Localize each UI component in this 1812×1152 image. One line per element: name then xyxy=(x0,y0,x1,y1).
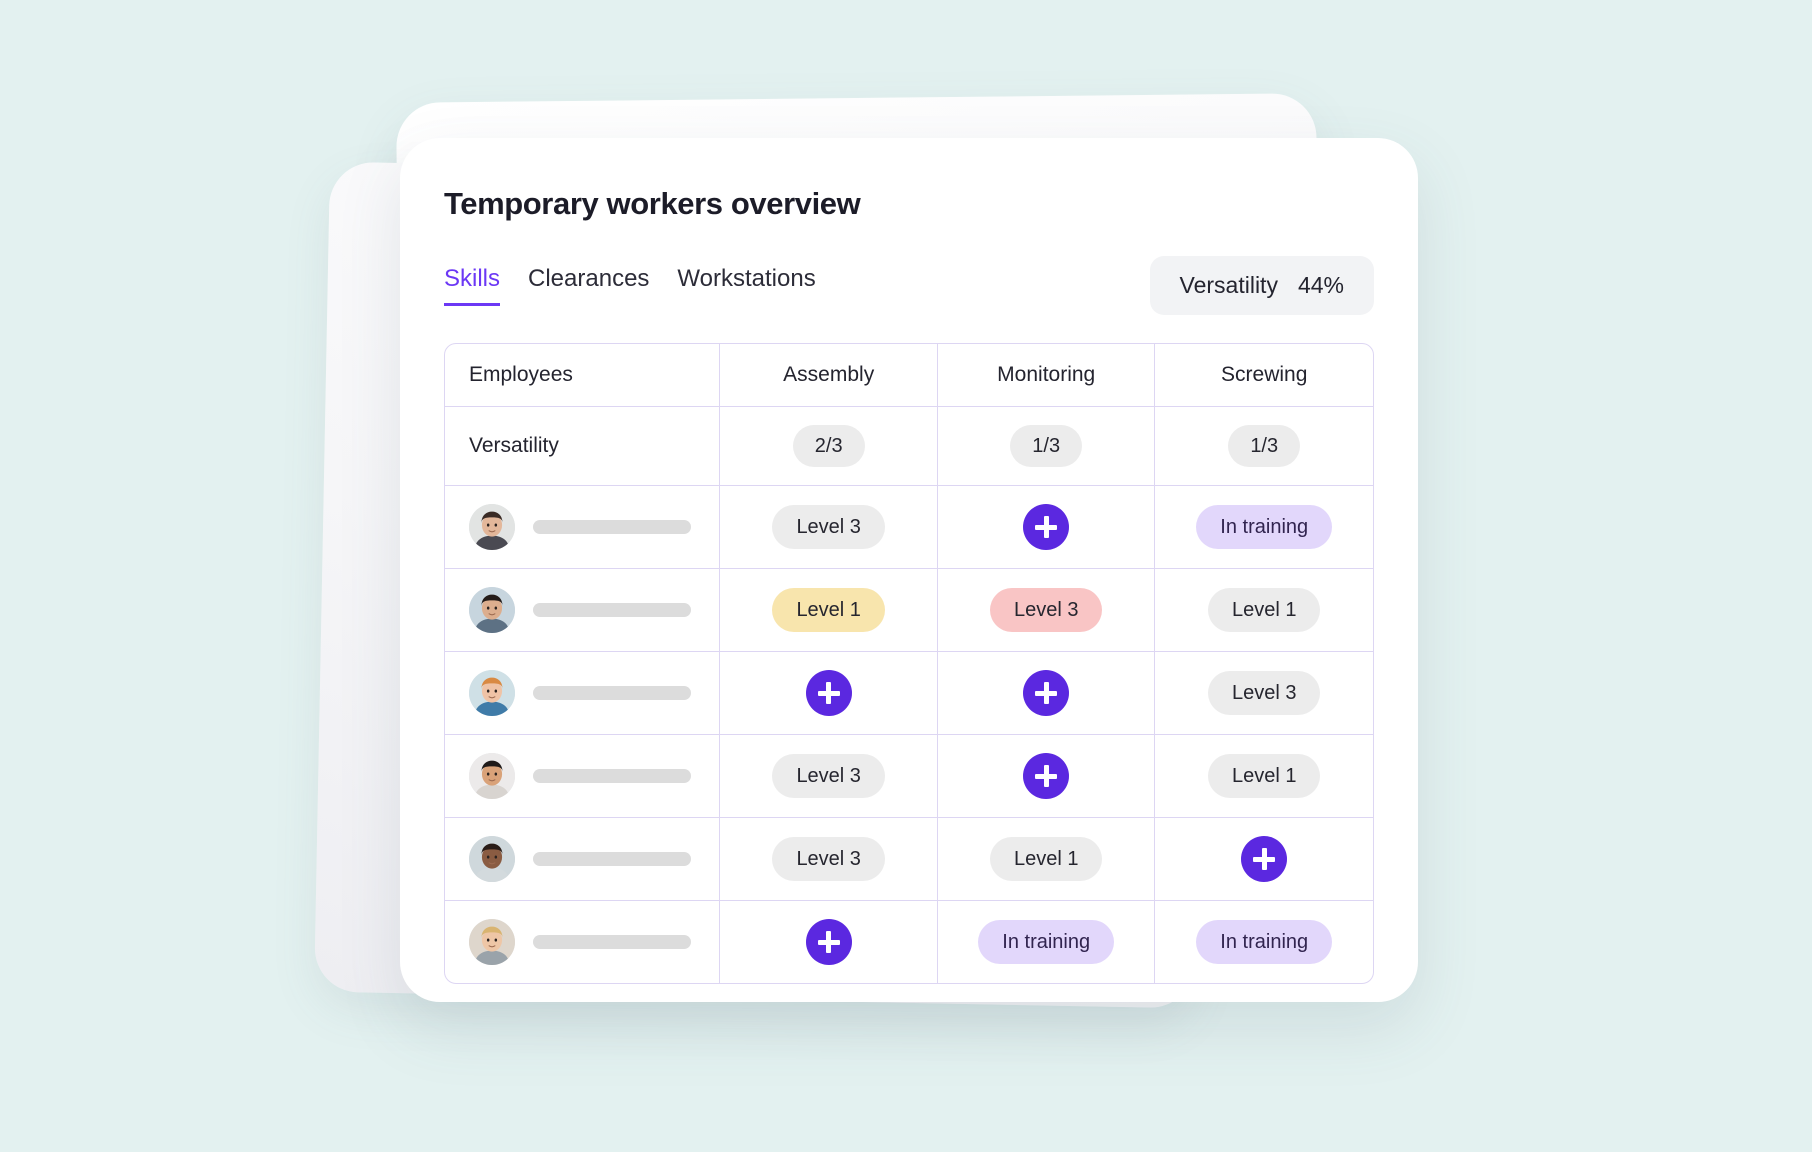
skill-cell-screwing: In training xyxy=(1155,486,1373,568)
column-header-employees: Employees xyxy=(445,344,721,406)
skill-cell-monitoring: In training xyxy=(938,901,1156,983)
add-skill-button[interactable] xyxy=(805,670,852,716)
plus-icon xyxy=(1035,682,1058,704)
skill-level-badge[interactable]: Level 3 xyxy=(772,505,885,549)
skill-cell-assembly xyxy=(720,652,938,734)
employee-name-placeholder xyxy=(533,852,691,866)
skill-cell-monitoring xyxy=(938,735,1156,817)
employee xyxy=(469,587,691,633)
employee-name-placeholder xyxy=(533,769,691,783)
tab-skills[interactable]: Skills xyxy=(444,265,501,306)
avatar xyxy=(469,670,515,716)
table-row: Level 3 xyxy=(445,652,1373,735)
skill-level-badge[interactable]: Level 3 xyxy=(1207,671,1321,715)
skill-cell-assembly: Level 1 xyxy=(720,569,938,651)
add-skill-button[interactable] xyxy=(1023,670,1070,716)
tab-clearances[interactable]: Clearances xyxy=(528,265,649,306)
skill-cell-assembly: Level 3 xyxy=(720,486,938,568)
skill-cell-screwing: Level 1 xyxy=(1155,735,1373,817)
employee-cell xyxy=(445,901,721,983)
skill-cell-monitoring: Level 1 xyxy=(938,818,1156,900)
versatility-summary-value: 44% xyxy=(1297,272,1344,298)
skill-level-badge[interactable]: In training xyxy=(1196,920,1333,964)
versatility-row: Versatility 2/3 1/3 1/3 xyxy=(445,407,1373,486)
versatility-ratio-badge: 1/3 xyxy=(1228,425,1301,467)
avatar xyxy=(469,919,515,965)
versatility-monitoring-cell: 1/3 xyxy=(938,407,1156,485)
skill-level-badge[interactable]: Level 1 xyxy=(772,588,885,632)
overview-card: Temporary workers overview Skills Cleara… xyxy=(400,138,1418,1002)
skill-level-badge[interactable]: Level 1 xyxy=(1207,588,1321,632)
skill-cell-assembly xyxy=(720,901,938,983)
add-skill-button[interactable] xyxy=(1023,753,1070,799)
employee-cell xyxy=(445,652,721,734)
versatility-summary-label: Versatility xyxy=(1179,272,1278,298)
skill-cell-assembly: Level 3 xyxy=(720,818,938,900)
column-header-screwing: Screwing xyxy=(1221,363,1308,386)
column-header-monitoring: Monitoring xyxy=(938,344,1156,406)
column-header-assembly: Assembly xyxy=(720,344,938,406)
employee-name-placeholder xyxy=(533,686,691,700)
employee-name-placeholder xyxy=(533,520,691,534)
skill-level-badge[interactable]: Level 1 xyxy=(989,837,1103,881)
employee xyxy=(469,504,691,550)
skill-cell-screwing: Level 3 xyxy=(1155,652,1373,734)
table-row: In training In training xyxy=(445,901,1373,983)
plus-icon xyxy=(1035,516,1058,538)
versatility-summary-badge: Versatility 44% xyxy=(1149,256,1374,315)
table-row: Level 3 Level 1 xyxy=(445,818,1373,901)
employee-name-placeholder xyxy=(533,935,691,949)
skill-cell-monitoring: Level 3 xyxy=(938,569,1156,651)
employee xyxy=(469,836,691,882)
skill-level-badge[interactable]: Level 3 xyxy=(989,588,1103,632)
plus-icon xyxy=(817,682,840,704)
skill-level-badge[interactable]: In training xyxy=(978,920,1115,964)
versatility-assembly-cell: 2/3 xyxy=(720,407,938,485)
employee xyxy=(469,670,691,716)
table-row: Level 3 In training xyxy=(445,486,1373,569)
versatility-screwing-cell: 1/3 xyxy=(1155,407,1373,485)
employee-cell xyxy=(445,569,721,651)
skill-level-badge[interactable]: Level 3 xyxy=(772,754,885,798)
tab-workstations[interactable]: Workstations xyxy=(677,265,815,306)
skill-level-badge[interactable]: Level 1 xyxy=(1207,754,1321,798)
employee xyxy=(469,919,691,965)
add-skill-button[interactable] xyxy=(1023,504,1070,550)
versatility-row-label: Versatility xyxy=(445,407,721,485)
employee-cell xyxy=(445,818,721,900)
page-title: Temporary workers overview xyxy=(444,186,861,221)
employee-cell xyxy=(445,735,721,817)
skill-cell-screwing xyxy=(1155,818,1373,900)
plus-icon xyxy=(1253,848,1276,870)
avatar xyxy=(469,504,515,550)
toolbar: Skills Clearances Workstations Versatili… xyxy=(444,256,1374,315)
skill-level-badge[interactable]: Level 3 xyxy=(772,837,885,881)
plus-icon xyxy=(1035,765,1058,787)
skill-cell-screwing: In training xyxy=(1155,901,1373,983)
table-row: Level 3 Level 1 xyxy=(445,735,1373,818)
plus-icon xyxy=(817,931,840,953)
skill-cell-screwing: Level 1 xyxy=(1155,569,1373,651)
skill-cell-assembly: Level 3 xyxy=(720,735,938,817)
versatility-ratio-badge: 1/3 xyxy=(1010,425,1083,467)
avatar xyxy=(469,753,515,799)
tab-list: Skills Clearances Workstations xyxy=(444,265,816,306)
employee xyxy=(469,753,691,799)
avatar xyxy=(469,587,515,633)
skill-cell-monitoring xyxy=(938,486,1156,568)
stage: Temporary workers overview Skills Cleara… xyxy=(0,0,1812,1152)
add-skill-button[interactable] xyxy=(805,919,852,965)
skill-cell-monitoring xyxy=(938,652,1156,734)
add-skill-button[interactable] xyxy=(1241,836,1288,882)
avatar xyxy=(469,836,515,882)
employee-name-placeholder xyxy=(533,603,691,617)
table-body: Level 3 In training Level 1 Level 3 Level … xyxy=(445,486,1373,983)
employee-cell xyxy=(445,486,721,568)
versatility-ratio-badge: 2/3 xyxy=(792,425,865,467)
table-header-row: Employees Assembly Monitoring Screwing xyxy=(445,344,1373,407)
table-row: Level 1 Level 3 Level 1 xyxy=(445,569,1373,652)
skill-level-badge[interactable]: In training xyxy=(1196,505,1333,549)
skills-table: Employees Assembly Monitoring Screwing V… xyxy=(444,343,1374,984)
